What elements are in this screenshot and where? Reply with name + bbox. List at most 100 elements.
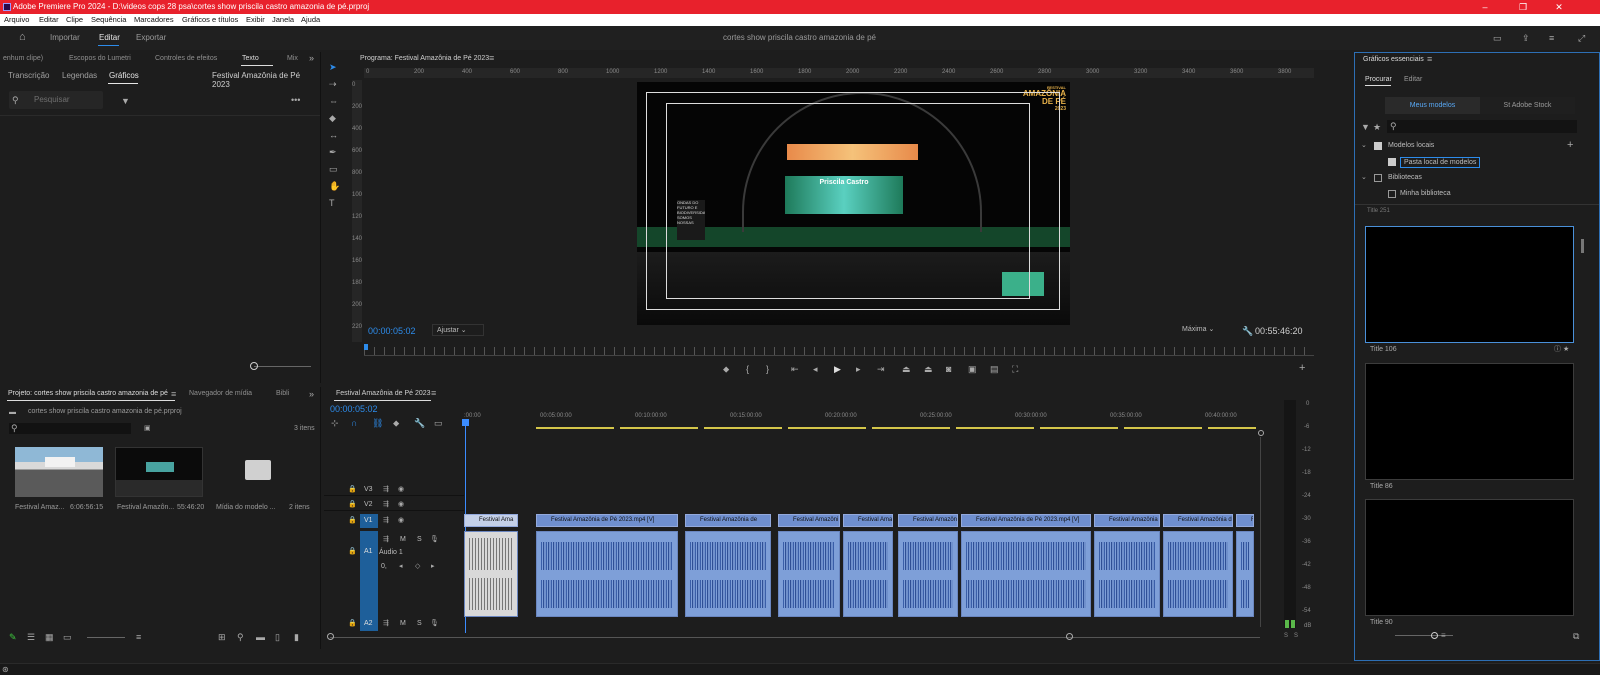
track-select-icon[interactable]: ⇢	[329, 79, 337, 89]
go-to-out-icon[interactable]: ⇥	[877, 364, 885, 374]
pencil-icon[interactable]: ✎	[9, 632, 17, 642]
templates-scrollbar[interactable]	[1581, 239, 1584, 253]
maximize-icon[interactable]: ❐	[1516, 0, 1530, 14]
video-clip[interactable]: Festival Amazônia de	[685, 514, 771, 527]
menu-janela[interactable]: Janela	[272, 14, 294, 26]
audio-clip[interactable]	[536, 531, 678, 617]
prev-keyframe-icon[interactable]: ◂	[399, 562, 403, 572]
audio-clip[interactable]	[685, 531, 771, 617]
menu-lines-icon[interactable]: ≡	[1549, 33, 1554, 43]
zoom-slider-handle[interactable]	[250, 362, 258, 370]
new-bin-icon[interactable]: ▬	[256, 632, 265, 642]
tab-projeto[interactable]: Projeto: cortes show priscila castro ama…	[8, 390, 168, 397]
tree-minha-biblioteca[interactable]: Minha biblioteca	[1400, 190, 1451, 197]
linked-selection-icon[interactable]: ⛓	[372, 418, 383, 428]
step-forward-icon[interactable]: ▸	[856, 364, 861, 374]
audio-clip[interactable]	[898, 531, 958, 617]
video-clip[interactable]: Festival Amaz	[843, 514, 893, 527]
new-bin-icon[interactable]: ▣	[144, 424, 151, 434]
checkbox-minha-biblioteca[interactable]	[1388, 190, 1396, 198]
menu-marcadores[interactable]: Marcadores	[134, 14, 174, 26]
type-tool-icon[interactable]: T	[329, 198, 335, 208]
lock-icon[interactable]: 🔒	[348, 516, 357, 526]
hand-tool-icon[interactable]: ✋	[329, 181, 340, 191]
captions-icon[interactable]: ▭	[434, 418, 443, 428]
favorite-star-icon[interactable]: ★	[1563, 345, 1569, 355]
video-clip[interactable]: Festival Amazôn	[898, 514, 958, 527]
freeform-view-icon[interactable]: ▭	[63, 632, 72, 642]
new-item-icon[interactable]: ▯	[275, 632, 280, 642]
chevron-down-icon[interactable]: ⌄	[1361, 141, 1367, 151]
sync-lock-icon[interactable]: ⇶	[383, 516, 389, 526]
chevron-down-icon[interactable]: ⌄	[1361, 173, 1367, 183]
home-icon[interactable]: ⌂	[19, 32, 26, 43]
subtab-transcricao[interactable]: Transcrição	[8, 71, 50, 80]
checkbox-bibliotecas[interactable]	[1374, 174, 1382, 182]
eye-icon[interactable]: ◉	[398, 485, 404, 495]
tab-library[interactable]: Bibli	[276, 390, 289, 397]
play-icon[interactable]: ▶	[834, 364, 841, 374]
checkbox-pasta-local[interactable]	[1388, 158, 1396, 166]
tab-importar[interactable]: Importar	[50, 33, 80, 42]
layout-icon[interactable]: ▭	[1493, 33, 1502, 43]
mark-in-icon[interactable]: {	[746, 364, 749, 374]
clip-thumbnail-2[interactable]	[115, 447, 203, 497]
solo-left-button[interactable]: S	[1284, 633, 1288, 639]
sync-lock-icon[interactable]: ⇶	[383, 535, 389, 545]
template-size-handle[interactable]	[1431, 632, 1438, 639]
mute-button[interactable]: M	[400, 536, 406, 543]
eye-icon[interactable]: ◉	[398, 500, 404, 510]
tab-editar[interactable]: Editar	[99, 33, 120, 42]
audio-clip[interactable]	[1163, 531, 1233, 617]
quality-dropdown[interactable]: Máxima ⌄	[1178, 324, 1230, 336]
microphone-icon[interactable]: 🎙	[430, 619, 439, 629]
tab-media-browser[interactable]: Navegador de mídia	[189, 390, 252, 397]
lock-icon[interactable]: 🔒	[348, 547, 357, 557]
keyframe-icon[interactable]: ◇	[415, 562, 420, 572]
add-button-icon[interactable]: +	[1299, 363, 1305, 374]
template-card[interactable]: Title 90	[1365, 499, 1574, 626]
magnet-icon[interactable]: ∩	[351, 418, 357, 428]
tab-texto[interactable]: Texto	[242, 55, 259, 62]
sync-lock-icon[interactable]: ⇶	[383, 619, 389, 629]
new-template-icon[interactable]: ⧉	[1573, 631, 1579, 641]
video-clip[interactable]: Festival Amazôni	[778, 514, 840, 527]
tab-editar-graphics[interactable]: Editar	[1404, 76, 1422, 83]
snap-icon[interactable]: ⊹	[331, 418, 339, 428]
zoom-bar[interactable]	[364, 355, 1314, 356]
next-keyframe-icon[interactable]: ▸	[431, 562, 435, 572]
sort-icon[interactable]: ≡	[136, 632, 141, 642]
search-field[interactable]: ⚲ Pesquisar	[9, 91, 103, 109]
close-icon[interactable]: ✕	[1552, 0, 1566, 14]
lock-icon[interactable]: 🔒	[348, 500, 357, 510]
menu-sequencia[interactable]: Sequência	[91, 14, 126, 26]
playhead-handle[interactable]	[462, 419, 469, 426]
list-view-icon[interactable]: ☰	[27, 632, 35, 642]
thumb-size-slider[interactable]	[87, 637, 125, 638]
audio-clip[interactable]	[464, 531, 518, 617]
more-panels-icon[interactable]: »	[309, 53, 314, 63]
automate-icon[interactable]: ⊞	[218, 632, 226, 642]
add-folder-icon[interactable]: +	[1567, 140, 1573, 151]
microphone-icon[interactable]: 🎙	[430, 535, 439, 545]
audio-clip[interactable]	[778, 531, 840, 617]
trash-icon[interactable]: ▮	[294, 632, 299, 642]
go-to-in-icon[interactable]: ⇤	[791, 364, 799, 374]
step-back-icon[interactable]: ◂	[813, 364, 818, 374]
lock-icon[interactable]: 🔒	[348, 485, 357, 495]
timeline-ruler[interactable]: :00:00 00:05:00:00 00:10:00:00 00:15:00:…	[464, 409, 1264, 431]
toggle-meus-modelos[interactable]: Meus modelos	[1385, 97, 1480, 114]
subtab-graficos[interactable]: Gráficos	[109, 71, 139, 80]
menu-clipe[interactable]: Clipe	[66, 14, 83, 26]
vertical-scrollbar[interactable]	[1260, 437, 1261, 627]
clip-thumbnail-1[interactable]	[15, 447, 103, 497]
info-icon[interactable]: ⓘ	[1554, 345, 1561, 355]
star-icon[interactable]: ★	[1373, 122, 1381, 132]
razor-tool-icon[interactable]: ◆	[329, 113, 336, 123]
video-clip[interactable]: Festival Ama	[464, 514, 518, 527]
solo-right-button[interactable]: S	[1294, 633, 1298, 639]
project-search[interactable]: ⚲	[9, 423, 131, 434]
filter-icon[interactable]: ▼	[1361, 122, 1370, 132]
tab-lumetri-scopes[interactable]: Escopos do Lumetri	[69, 55, 131, 62]
tab-no-clip[interactable]: enhum clipe)	[3, 55, 43, 62]
